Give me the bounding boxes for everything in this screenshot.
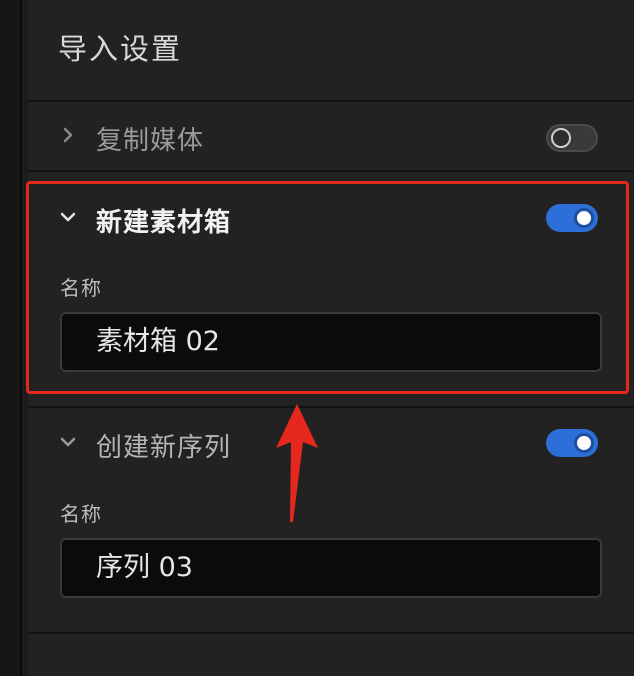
- highlight-box: [26, 181, 629, 394]
- section-new-sequence[interactable]: 创建新序列: [28, 419, 634, 469]
- section-label: 复制媒体: [96, 126, 205, 156]
- copy-media-toggle[interactable]: [546, 124, 598, 152]
- sequence-name-input[interactable]: 序列 03: [60, 538, 602, 598]
- new-sequence-toggle[interactable]: [546, 429, 598, 457]
- arrow-up-icon: [276, 404, 318, 522]
- chevron-down-icon[interactable]: [60, 434, 76, 450]
- chevron-right-icon[interactable]: [60, 127, 76, 143]
- sequence-name-label: 名称: [60, 502, 102, 526]
- panel-title: 导入设置: [58, 32, 183, 66]
- toggle-knob: [551, 128, 571, 148]
- divider: [28, 100, 634, 102]
- divider: [28, 170, 634, 172]
- toggle-knob: [574, 433, 594, 453]
- divider: [28, 632, 634, 634]
- section-copy-media[interactable]: 复制媒体: [28, 112, 634, 162]
- panel-divider[interactable]: [20, 0, 22, 676]
- section-label: 创建新序列: [96, 433, 232, 463]
- divider: [28, 406, 634, 408]
- left-panel-edge: [0, 0, 22, 676]
